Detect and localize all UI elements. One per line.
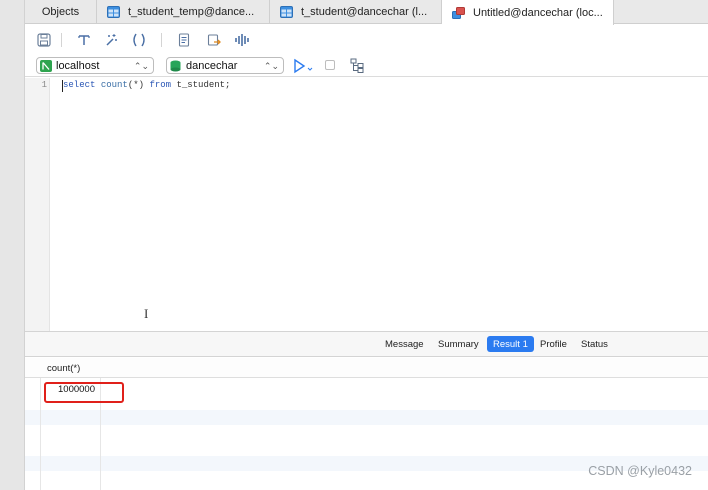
tab-label: t_student_temp@dance... <box>128 6 255 18</box>
table-icon <box>107 6 120 18</box>
sql-editor[interactable]: 1 select count(*) from t_student; I <box>25 78 708 332</box>
left-strip <box>0 0 25 490</box>
grid-header: count(*) <box>25 358 708 378</box>
result-tabs: Message Summary Result 1 Profile Status <box>25 332 708 357</box>
tab-untitled-query[interactable]: Untitled@dancechar (loc... <box>442 0 614 25</box>
database-label: dancechar <box>186 59 238 72</box>
tab-profile[interactable]: Profile <box>534 336 573 352</box>
tab-message[interactable]: Message <box>379 336 430 352</box>
beautify-icon[interactable] <box>103 32 119 48</box>
explain-button[interactable] <box>350 58 364 73</box>
tab-objects[interactable]: Objects <box>25 0 97 24</box>
tab-label: Untitled@dancechar (loc... <box>473 6 603 19</box>
tab-status-label: Status <box>581 338 608 350</box>
snippet-icon[interactable] <box>176 32 192 48</box>
watermark: CSDN @Kyle0432 <box>588 464 692 478</box>
table-icon <box>280 6 293 18</box>
column-header-count[interactable]: count(*) <box>47 363 80 374</box>
sql-keyword-select: select <box>63 80 96 90</box>
tab-profile-label: Profile <box>540 338 567 350</box>
sql-keyword-from: from <box>149 80 172 90</box>
toolbar-separator <box>161 33 162 47</box>
line-number-gutter: 1 <box>25 78 50 332</box>
connection-select[interactable]: localhost ⌃⌄ <box>36 57 154 74</box>
tab-summary[interactable]: Summary <box>432 336 485 352</box>
database-icon <box>170 60 181 71</box>
save-icon[interactable] <box>36 32 52 48</box>
parentheses-icon[interactable] <box>131 32 147 48</box>
toolbar-separator <box>61 33 62 47</box>
connection-bar: localhost ⌃⌄ dancechar ⌃⌄ <box>25 55 708 77</box>
explain-icon <box>350 58 364 73</box>
line-number: 1 <box>41 80 47 90</box>
tab-message-label: Message <box>385 338 424 350</box>
run-button[interactable] <box>293 58 313 74</box>
play-icon <box>294 58 313 74</box>
tab-result-1[interactable]: Result 1 <box>487 336 534 352</box>
tab-objects-label: Objects <box>41 6 80 18</box>
table-row[interactable]: 1000000 <box>25 378 708 395</box>
chevron-updown-icon: ⌃⌄ <box>133 61 149 71</box>
sql-code-line[interactable]: select count(*) from t_student; <box>63 80 230 90</box>
tab-label: t_student@dancechar (l... <box>301 6 428 18</box>
ibeam-cursor-icon: I <box>144 306 149 321</box>
highlight-annotation <box>44 382 124 403</box>
tab-t-student-temp[interactable]: t_student_temp@dance... <box>97 0 270 24</box>
empty-row <box>25 410 708 425</box>
audio-wave-icon[interactable] <box>234 32 250 48</box>
stop-button[interactable] <box>325 60 335 70</box>
chevron-updown-icon: ⌃⌄ <box>263 61 279 71</box>
tab-summary-label: Summary <box>438 338 479 350</box>
tab-t-student[interactable]: t_student@dancechar (l... <box>270 0 442 24</box>
export-icon[interactable] <box>206 32 222 48</box>
connection-icon <box>40 59 52 72</box>
sql-function-count: count <box>100 80 128 90</box>
editor-toolbar <box>25 25 708 55</box>
sql-table-name: t_student; <box>176 80 231 90</box>
query-icon <box>452 6 465 19</box>
database-select[interactable]: dancechar ⌃⌄ <box>166 57 284 74</box>
connection-host-label: localhost <box>56 59 100 72</box>
sql-args: (*) <box>127 80 145 90</box>
format-sql-icon[interactable] <box>76 32 92 48</box>
tab-result-1-label: Result 1 <box>493 338 528 350</box>
tab-bar: Objects t_student_temp@dance... t_studen… <box>25 0 708 25</box>
tab-status[interactable]: Status <box>575 336 614 352</box>
